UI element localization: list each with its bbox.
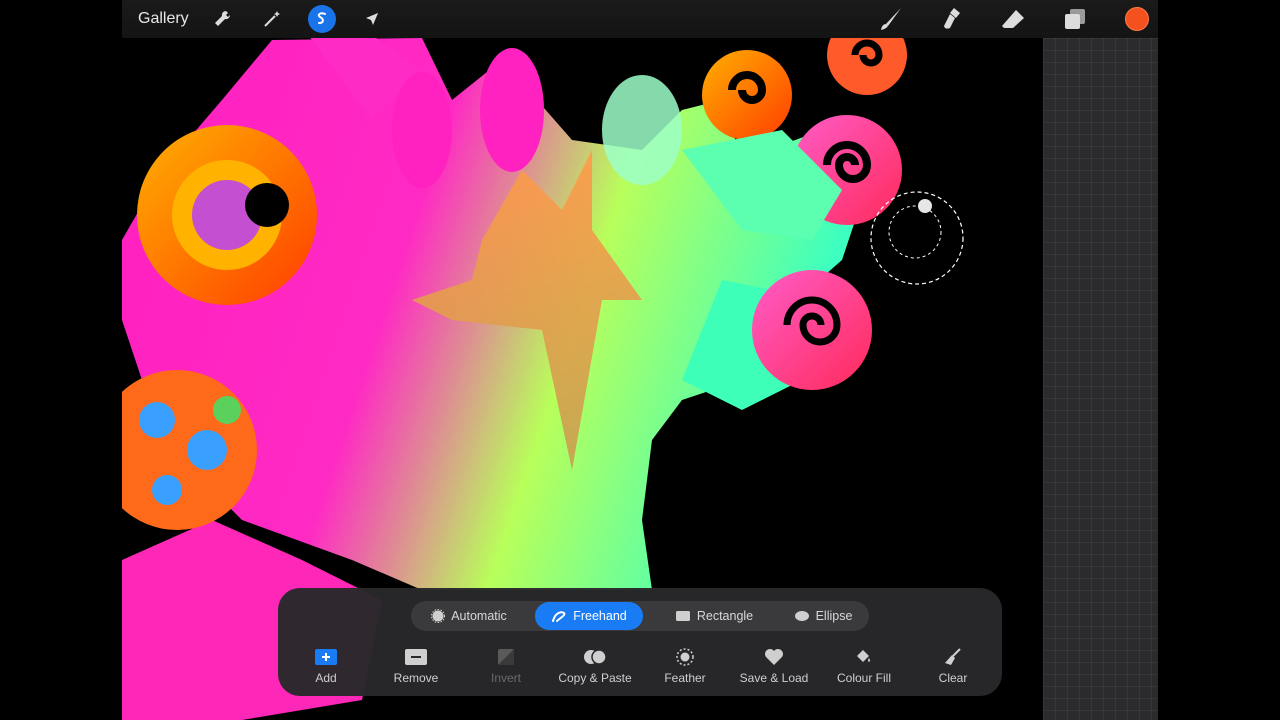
mode-freehand[interactable]: Freehand — [535, 602, 643, 630]
broom-icon — [945, 648, 961, 665]
eraser-icon[interactable] — [998, 4, 1028, 34]
layers-icon[interactable] — [1060, 4, 1090, 34]
ellipse-icon — [794, 611, 809, 621]
colour-fill-button[interactable]: Colour Fill — [819, 646, 909, 686]
magic-wand-icon[interactable] — [258, 4, 286, 34]
mode-ellipse[interactable]: Ellipse — [781, 602, 865, 630]
brush-icon[interactable] — [876, 4, 906, 34]
top-toolbar: Gallery — [122, 0, 1158, 38]
paint-bucket-icon — [857, 650, 870, 662]
smudge-icon[interactable] — [937, 4, 967, 34]
invert-button[interactable]: Invert — [461, 646, 551, 686]
color-picker-button[interactable] — [1125, 7, 1149, 31]
mode-automatic[interactable]: Automatic — [417, 602, 521, 630]
canvas-margin-panel — [1043, 38, 1158, 720]
invert-icon — [498, 649, 514, 665]
remove-icon — [405, 649, 427, 665]
heart-icon — [765, 649, 783, 665]
clear-button[interactable]: Clear — [908, 646, 998, 686]
remove-button[interactable]: Remove — [371, 646, 461, 686]
freehand-icon — [552, 611, 566, 622]
feather-icon — [676, 648, 694, 666]
selection-toolbar: Automatic Freehand Rectangle Ellipse Add… — [278, 588, 1002, 696]
gallery-button[interactable]: Gallery — [138, 4, 189, 34]
selection-icon[interactable] — [308, 5, 336, 33]
automatic-icon — [431, 609, 446, 623]
procreate-app: Gallery Automatic Freehand Rectangle Ell… — [122, 0, 1158, 720]
feather-button[interactable]: Feather — [640, 646, 730, 686]
rectangle-icon — [675, 611, 690, 621]
save-load-button[interactable]: Save & Load — [729, 646, 819, 686]
wrench-icon[interactable] — [208, 4, 236, 34]
add-button[interactable]: Add — [281, 646, 371, 686]
copy-paste-button[interactable]: Copy & Paste — [550, 646, 640, 686]
add-icon — [315, 649, 337, 665]
arrow-cursor-icon[interactable] — [358, 4, 386, 34]
copy-paste-icon — [584, 649, 607, 665]
mode-rectangle[interactable]: Rectangle — [659, 602, 769, 630]
selection-mode-segmented: Automatic Freehand Rectangle Ellipse — [411, 601, 869, 631]
